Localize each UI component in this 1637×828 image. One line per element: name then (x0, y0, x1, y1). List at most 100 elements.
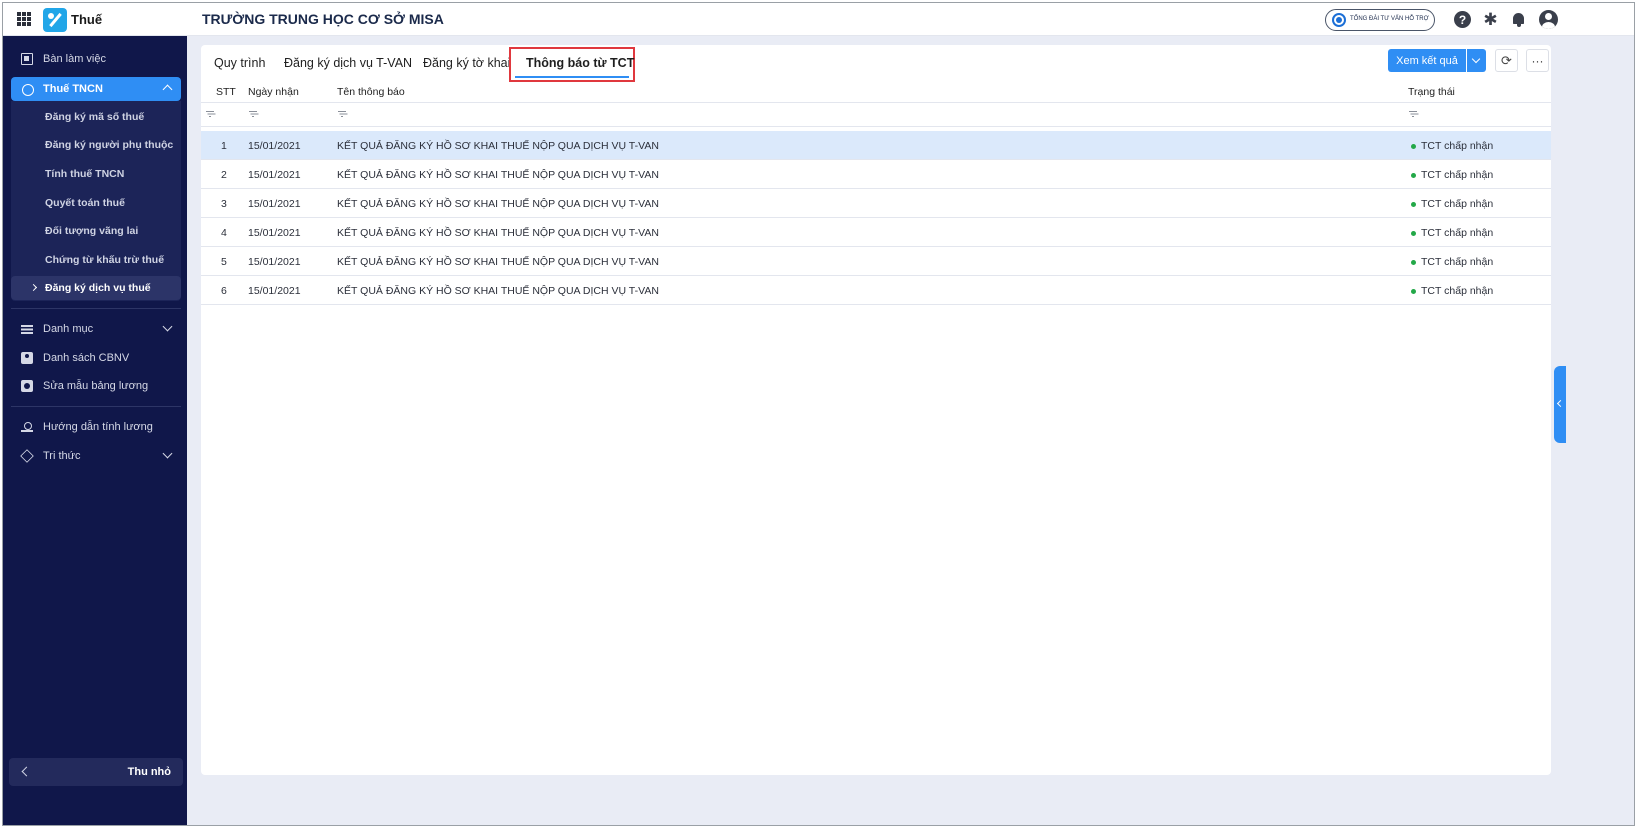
table-row[interactable]: 3 15/01/2021 KẾT QUẢ ĐĂNG KÝ HỒ SƠ KHAI … (201, 189, 1551, 218)
column-header-status[interactable]: Trạng thái (1408, 86, 1455, 98)
status-dot-icon (1411, 231, 1416, 236)
tab-process[interactable]: Quy trình (214, 56, 265, 70)
app-logo-icon[interactable] (43, 8, 67, 32)
sidebar-subitem-tax-code[interactable]: Đăng ký mã số thuế (11, 105, 181, 129)
filter-icon[interactable] (338, 111, 346, 117)
tab-declaration-registration[interactable]: Đăng ký tờ khai (423, 56, 510, 70)
sidebar-item-label: Đăng ký dịch vụ thuế (45, 282, 151, 294)
sidebar-subitem-tax-service[interactable]: Đăng ký dịch vụ thuế (11, 276, 181, 300)
chevron-left-icon (21, 766, 32, 777)
document-settings-icon (21, 380, 33, 392)
cell-stt: 3 (221, 198, 227, 210)
refresh-icon[interactable]: ⟳ (1495, 49, 1518, 72)
sidebar-divider (11, 406, 181, 407)
cell-status: TCT chấp nhận (1421, 256, 1494, 268)
sidebar-subitem-calc-tax[interactable]: Tính thuế TNCN (11, 162, 181, 186)
active-tab-indicator (515, 76, 629, 78)
cell-name: KẾT QUẢ ĐĂNG KÝ HỒ SƠ KHAI THUẾ NỘP QUA … (337, 285, 659, 297)
chevron-up-icon (162, 84, 173, 95)
top-header: Thuế TRƯỜNG TRUNG HỌC CƠ SỞ MISA TỔNG ĐÀ… (3, 3, 1634, 36)
more-options-icon[interactable]: ··· (1526, 49, 1549, 72)
status-dot-icon (1411, 289, 1416, 294)
cell-date: 15/01/2021 (248, 227, 301, 239)
cell-name: KẾT QUẢ ĐĂNG KÝ HỒ SƠ KHAI THUẾ NỘP QUA … (337, 227, 659, 239)
gear-icon[interactable]: ✱ (1482, 10, 1499, 29)
cube-icon (20, 449, 34, 463)
sidebar-item-payroll-guide[interactable]: Hướng dẫn tính lương (11, 415, 181, 439)
cell-name: KẾT QUẢ ĐĂNG KÝ HỒ SƠ KHAI THUẾ NỘP QUA … (337, 256, 659, 268)
side-panel-toggle[interactable] (1554, 366, 1566, 443)
cell-name: KẾT QUẢ ĐĂNG KÝ HỒ SƠ KHAI THUẾ NỘP QUA … (337, 198, 659, 210)
tab-tct-notices[interactable]: Thông báo từ TCT (526, 56, 634, 70)
filter-icon[interactable] (1409, 111, 1417, 117)
cell-name: KẾT QUẢ ĐĂNG KÝ HỒ SƠ KHAI THUẾ NỘP QUA … (337, 140, 659, 152)
sidebar-item-staff-list[interactable]: Danh sách CBNV (11, 346, 181, 370)
sidebar-item-tax-tncn[interactable]: Thuế TNCN (11, 77, 181, 101)
cell-date: 15/01/2021 (248, 198, 301, 210)
coins-icon (21, 83, 34, 96)
dashboard-icon (21, 53, 33, 65)
cell-date: 15/01/2021 (248, 169, 301, 181)
cell-date: 15/01/2021 (248, 285, 301, 297)
sidebar-item-label: Hướng dẫn tính lương (43, 421, 153, 433)
cell-stt: 2 (221, 169, 227, 181)
sidebar-item-catalog[interactable]: Danh mục (11, 317, 181, 341)
sidebar-subitem-dependents[interactable]: Đăng ký người phụ thuộc (11, 133, 181, 157)
collapse-sidebar-button[interactable]: Thu nhỏ (9, 758, 183, 786)
sidebar-item-workspace[interactable]: Bàn làm việc (11, 47, 181, 71)
sidebar-item-knowledge[interactable]: Tri thức (11, 444, 181, 468)
sidebar-item-label: Danh mục (43, 323, 94, 335)
filter-icon[interactable] (206, 111, 214, 117)
status-dot-icon (1411, 202, 1416, 207)
sidebar-subitem-non-resident[interactable]: Đối tượng vãng lai (11, 219, 181, 243)
cell-status: TCT chấp nhận (1421, 227, 1494, 239)
app-name: Thuế (71, 12, 103, 27)
cell-status: TCT chấp nhận (1421, 198, 1494, 210)
sidebar-item-label: Thuế TNCN (43, 83, 103, 95)
cell-status: TCT chấp nhận (1421, 169, 1494, 181)
contact-card-icon (21, 352, 33, 364)
guide-icon (21, 421, 33, 433)
cell-stt: 5 (221, 256, 227, 268)
table-row[interactable]: 1 15/01/2021 KẾT QUẢ ĐĂNG KÝ HỒ SƠ KHAI … (201, 131, 1551, 160)
status-dot-icon (1411, 260, 1416, 265)
cell-date: 15/01/2021 (248, 140, 301, 152)
column-header-date[interactable]: Ngày nhận (248, 86, 299, 98)
table-header: STT Ngày nhận Tên thông báo Trạng thái (201, 79, 1551, 103)
view-results-dropdown-button[interactable] (1467, 49, 1486, 72)
cell-status: TCT chấp nhận (1421, 285, 1494, 297)
user-avatar-icon[interactable] (1539, 10, 1558, 29)
cell-date: 15/01/2021 (248, 256, 301, 268)
filter-row (201, 103, 1551, 127)
org-title: TRƯỜNG TRUNG HỌC CƠ SỞ MISA (202, 11, 444, 27)
table-row[interactable]: 5 15/01/2021 KẾT QUẢ ĐĂNG KÝ HỒ SƠ KHAI … (201, 247, 1551, 276)
sidebar-item-label: Sửa mẫu bảng lương (43, 380, 149, 392)
table-row[interactable]: 6 15/01/2021 KẾT QUẢ ĐĂNG KÝ HỒ SƠ KHAI … (201, 276, 1551, 305)
filter-icon[interactable] (249, 111, 257, 117)
table-row[interactable]: 2 15/01/2021 KẾT QUẢ ĐĂNG KÝ HỒ SƠ KHAI … (201, 160, 1551, 189)
view-results-button[interactable]: Xem kết quả (1388, 49, 1466, 72)
chevron-down-icon (162, 448, 173, 459)
sidebar-item-payslip-template[interactable]: Sửa mẫu bảng lương (11, 374, 181, 398)
app-frame: Thuế TRƯỜNG TRUNG HỌC CƠ SỞ MISA TỔNG ĐÀ… (2, 2, 1635, 826)
list-icon (21, 323, 33, 335)
tab-tvan-registration[interactable]: Đăng ký dịch vụ T-VAN (284, 56, 412, 70)
sidebar-item-label: Bàn làm việc (43, 53, 106, 65)
bell-icon[interactable] (1510, 11, 1527, 28)
chevron-right-icon (29, 283, 38, 292)
support-label: TỔNG ĐÀI TƯ VẤN HỖ TRỢ (1350, 16, 1429, 22)
help-icon[interactable]: ? (1454, 11, 1471, 28)
support-hotline-button[interactable]: TỔNG ĐÀI TƯ VẤN HỖ TRỢ (1325, 9, 1435, 31)
status-dot-icon (1411, 173, 1416, 178)
column-header-stt[interactable]: STT (216, 86, 236, 98)
table-row[interactable]: 4 15/01/2021 KẾT QUẢ ĐĂNG KÝ HỒ SƠ KHAI … (201, 218, 1551, 247)
column-header-name[interactable]: Tên thông báo (337, 86, 405, 98)
chevron-down-icon (162, 321, 173, 332)
apps-grid-icon[interactable] (17, 12, 31, 26)
sidebar-item-label: Tri thức (43, 450, 81, 462)
sidebar-subitem-settlement[interactable]: Quyết toán thuế (11, 191, 181, 215)
content-card: Quy trình Đăng ký dịch vụ T-VAN Đăng ký … (201, 45, 1551, 775)
cell-status: TCT chấp nhận (1421, 140, 1494, 152)
sidebar-subitem-withholding[interactable]: Chứng từ khấu trừ thuế (11, 248, 181, 272)
phone-support-icon (1332, 13, 1346, 27)
